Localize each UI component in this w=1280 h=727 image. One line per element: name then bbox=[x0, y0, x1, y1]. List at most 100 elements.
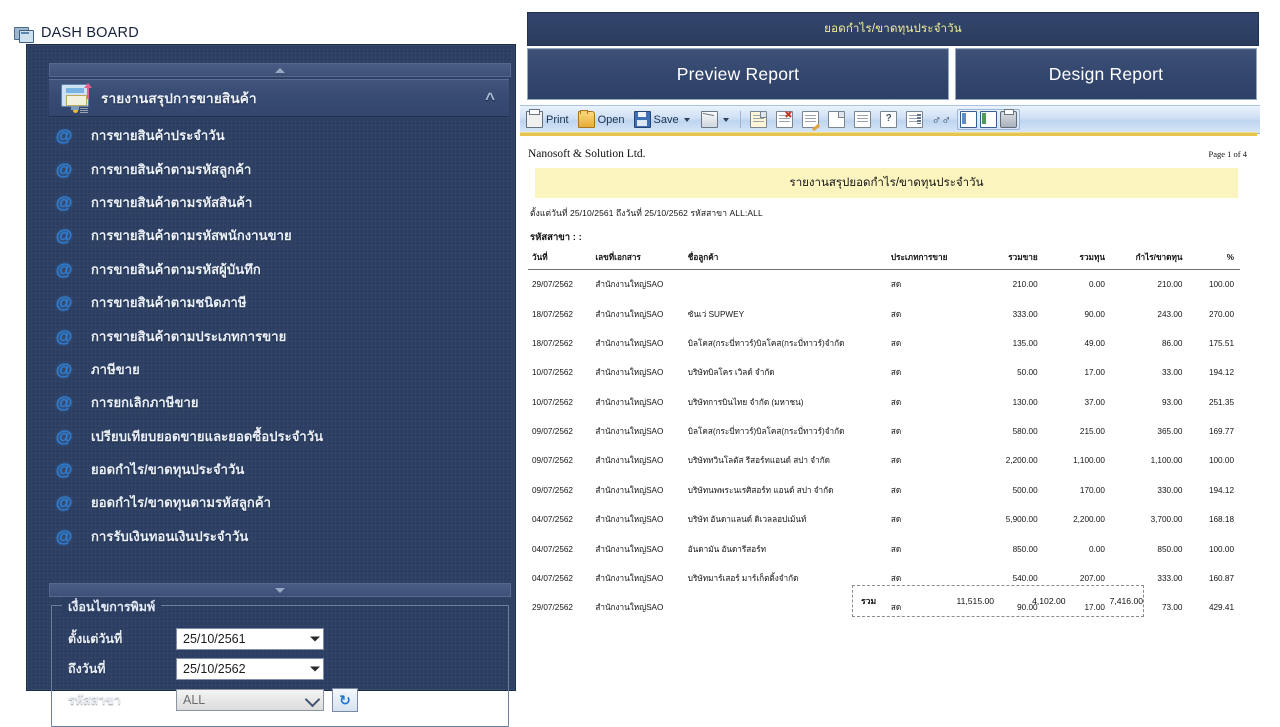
print-preview-icon[interactable] bbox=[999, 109, 1017, 128]
at-icon: @ bbox=[55, 126, 73, 146]
preview-report-button[interactable]: Preview Report bbox=[527, 48, 949, 100]
new-document-icon bbox=[749, 111, 767, 128]
caret-down-icon[interactable] bbox=[722, 117, 729, 122]
cell-profit: 365.00 bbox=[1157, 427, 1183, 437]
toolbar-print-button[interactable]: Print bbox=[523, 108, 572, 131]
menu-item-7[interactable]: @ ภาษีขาย bbox=[49, 353, 511, 386]
report-toolbar[interactable]: Print Open Save ✖ ? ♂♂ bbox=[520, 105, 1260, 134]
menu-item-11[interactable]: @ ยอดกำไร/ขาดทุนตามรหัสลูกค้า bbox=[49, 486, 511, 519]
from-date-value: 25/10/2561 bbox=[183, 632, 246, 646]
cell-total-sale: 135.00 bbox=[1012, 338, 1038, 348]
menu-item-9[interactable]: @ เปรียบเทียบยอดขายและยอดซื้อประจำวัน bbox=[49, 420, 511, 453]
edit-document-icon bbox=[801, 111, 820, 132]
cell-date: 04/07/2562 bbox=[532, 515, 573, 525]
toolbar-send-mail-button[interactable] bbox=[698, 108, 734, 131]
cell-date: 29/07/2562 bbox=[532, 603, 573, 613]
chevron-up-double-icon[interactable]: ^ bbox=[485, 90, 495, 107]
at-icon: @ bbox=[55, 259, 73, 279]
toolbar-save-button[interactable]: Save bbox=[631, 108, 695, 131]
toolbar-find-button[interactable]: ♂♂ bbox=[929, 108, 952, 131]
dashboard-panel: DASH BOARD รายงานสรุปการขายสินค้า ^ @ กา… bbox=[0, 0, 516, 727]
menu-item-6[interactable]: @ การขายสินค้าตามประเภทการขาย bbox=[49, 319, 511, 352]
menu-item-1[interactable]: @ การขายสินค้าตามรหัสลูกค้า bbox=[49, 152, 511, 185]
toolbar-open-button[interactable]: Open bbox=[575, 108, 628, 131]
cell-total-cost: 0.00 bbox=[1089, 280, 1105, 290]
design-report-button[interactable]: Design Report bbox=[955, 48, 1257, 100]
print-conditions-group: เงื่อนไขการพิมพ์ ตั้งแต่วันที่ 25/10/256… bbox=[51, 597, 509, 727]
chevron-down-icon[interactable] bbox=[304, 691, 321, 708]
toolbar-save-label: Save bbox=[653, 113, 679, 126]
app-screen: DASH BOARD รายงานสรุปการขายสินค้า ^ @ กา… bbox=[0, 0, 1280, 727]
toolbar-page-properties-button[interactable] bbox=[851, 108, 874, 131]
cell-total-cost: 37.00 bbox=[1084, 397, 1105, 407]
windows-stack-icon bbox=[14, 25, 34, 43]
report-document-header: Nanosoft & Solution Ltd. Page 1 of 4 bbox=[528, 148, 1247, 160]
cell-percent: 100.00 bbox=[1208, 544, 1234, 554]
at-icon: @ bbox=[55, 426, 73, 446]
branch-select[interactable]: ALL bbox=[176, 689, 324, 711]
table-row: 04/07/2562 สำนักงานใหญ่SAO อันดามัน อันด… bbox=[528, 534, 1240, 563]
at-icon: @ bbox=[55, 326, 73, 346]
menu-scroll-up-button[interactable] bbox=[49, 63, 511, 77]
cell-date: 18/07/2562 bbox=[532, 338, 573, 348]
report-document: Nanosoft & Solution Ltd. Page 1 of 4 ราย… bbox=[520, 136, 1257, 711]
toolbar-new-document-button[interactable] bbox=[747, 108, 770, 131]
toolbar-view-mode-group[interactable] bbox=[956, 109, 1020, 130]
cell-profit: 243.00 bbox=[1157, 309, 1183, 319]
menu-item-12[interactable]: @ การรับเงินทอนเงินประจำวัน bbox=[49, 520, 511, 553]
table-row: 10/07/2562 สำนักงานใหญ่SAO บริษัทบิลโคร … bbox=[528, 358, 1240, 387]
at-icon: @ bbox=[55, 460, 73, 480]
report-company-name: Nanosoft & Solution Ltd. bbox=[528, 148, 646, 160]
cell-profit: 1,100.00 bbox=[1150, 456, 1183, 466]
single-page-view-icon[interactable] bbox=[959, 111, 977, 128]
at-icon: @ bbox=[55, 359, 73, 379]
table-body: 29/07/2562 สำนักงานใหญ่SAO สด 210.00 0.0… bbox=[528, 270, 1240, 623]
cell-date: 18/07/2562 bbox=[532, 309, 573, 319]
toolbar-delete-document-button[interactable]: ✖ bbox=[773, 108, 796, 131]
menu-scroll-down-button[interactable] bbox=[49, 583, 511, 597]
cell-total-cost: 0.00 bbox=[1089, 544, 1105, 554]
caret-down-icon[interactable] bbox=[310, 666, 320, 672]
menu-item-label: การขายสินค้าตามรหัสลูกค้า bbox=[91, 161, 252, 177]
cell-percent: 100.00 bbox=[1208, 280, 1234, 290]
cell-profit: 33.00 bbox=[1161, 368, 1183, 378]
to-date-input[interactable]: 25/10/2562 bbox=[176, 658, 324, 680]
cell-document-no: สำนักงานใหญ่SAO bbox=[595, 280, 664, 290]
sales-report-monitor-icon bbox=[59, 83, 93, 113]
menu-item-0[interactable]: @ การขายสินค้าประจำวัน bbox=[49, 119, 511, 152]
caret-down-icon[interactable] bbox=[310, 636, 320, 642]
cell-total-sale: 210.00 bbox=[1012, 280, 1038, 290]
report-page-indicator: Page 1 of 4 bbox=[1208, 149, 1247, 159]
cell-total-cost: 49.00 bbox=[1084, 338, 1105, 348]
menu-item-4[interactable]: @ การขายสินค้าตามรหัสผู้บันทึก bbox=[49, 253, 511, 286]
menu-item-8[interactable]: @ การยกเลิกภาษีขาย bbox=[49, 386, 511, 419]
to-date-label: ถึงวันที่ bbox=[68, 662, 106, 676]
toolbar-help-button[interactable]: ? bbox=[877, 108, 900, 131]
cell-profit: 850.00 bbox=[1157, 544, 1183, 554]
dashboard-menu-list[interactable]: @ การขายสินค้าประจำวัน @ การขายสินค้าตาม… bbox=[49, 119, 511, 581]
continuous-page-view-icon[interactable] bbox=[979, 111, 997, 128]
dashboard-title-text: DASH BOARD bbox=[41, 25, 139, 41]
cell-percent: 429.41 bbox=[1208, 603, 1234, 613]
toolbar-page-layout-button[interactable] bbox=[903, 108, 926, 131]
cell-date: 09/07/2562 bbox=[532, 485, 573, 495]
cell-customer: อันดามัน อันดารีสอร์ท bbox=[687, 544, 766, 554]
menu-item-5[interactable]: @ การขายสินค้าตามชนิดภาษี bbox=[49, 286, 511, 319]
menu-group-label: รายงานสรุปการขายสินค้า bbox=[101, 91, 257, 106]
menu-group-header-sales-summary[interactable]: รายงานสรุปการขายสินค้า ^ bbox=[49, 79, 509, 117]
menu-item-2[interactable]: @ การขายสินค้าตามรหัสสินค้า bbox=[49, 186, 511, 219]
refresh-button[interactable]: ↻ bbox=[332, 688, 358, 712]
menu-item-10[interactable]: @ ยอดกำไร/ขาดทุนประจำวัน bbox=[49, 453, 511, 486]
delete-document-icon: ✖ bbox=[775, 111, 793, 128]
cell-percent: 168.18 bbox=[1208, 515, 1234, 525]
totals-label: รวม bbox=[861, 596, 877, 606]
toolbar-blank-page-button[interactable] bbox=[825, 108, 848, 131]
at-icon: @ bbox=[55, 493, 73, 513]
menu-item-label: ยอดกำไร/ขาดทุนประจำวัน bbox=[91, 462, 245, 478]
cell-profit: 3,700.00 bbox=[1150, 515, 1183, 525]
toolbar-edit-document-button[interactable] bbox=[799, 108, 822, 132]
cell-percent: 251.35 bbox=[1208, 397, 1234, 407]
from-date-input[interactable]: 25/10/2561 bbox=[176, 628, 324, 650]
caret-down-icon[interactable] bbox=[683, 117, 690, 122]
menu-item-3[interactable]: @ การขายสินค้าตามรหัสพนักงานขาย bbox=[49, 219, 511, 252]
